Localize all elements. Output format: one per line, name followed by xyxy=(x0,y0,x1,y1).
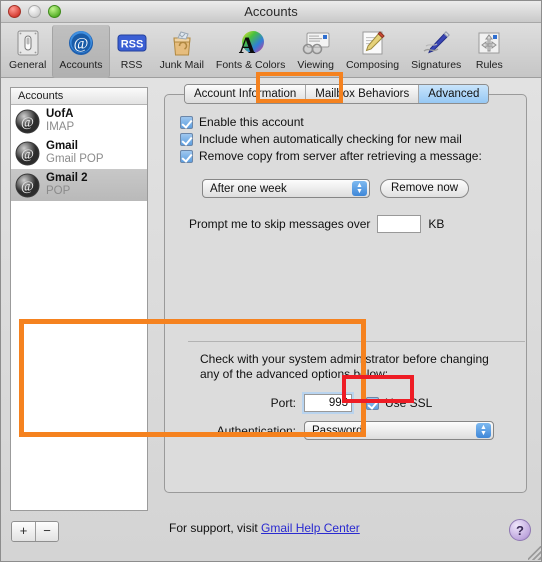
account-text: Gmail Gmail POP xyxy=(46,140,104,166)
authentication-value: Password xyxy=(312,424,363,437)
toolbar-item-signatures[interactable]: Signatures xyxy=(405,25,467,78)
account-row-gmail[interactable]: @ Gmail Gmail POP xyxy=(11,137,147,169)
toolbar-item-general[interactable]: General xyxy=(3,25,52,78)
account-name: Gmail 2 xyxy=(46,172,88,185)
account-row-gmail-2[interactable]: @ Gmail 2 POP xyxy=(11,169,147,201)
advanced-options-group: Check with your system administrator bef… xyxy=(188,341,525,449)
tab-advanced[interactable]: Advanced xyxy=(419,85,489,103)
include-auto-check-checkbox[interactable] xyxy=(180,133,193,146)
toolbar-label-rules: Rules xyxy=(475,59,503,71)
support-text: For support, visit Gmail Help Center xyxy=(169,521,360,535)
toolbar-item-fonts-colors[interactable]: A Fonts & Colors xyxy=(210,25,291,78)
minimize-button[interactable] xyxy=(28,5,41,18)
enable-account-label: Enable this account xyxy=(199,115,304,129)
account-type: Gmail POP xyxy=(46,153,104,165)
skip-messages-label: Prompt me to skip messages over xyxy=(189,217,371,231)
svg-text:RSS: RSS xyxy=(120,38,143,50)
help-button[interactable]: ? xyxy=(509,519,531,541)
toolbar-item-junk-mail[interactable]: Junk Mail xyxy=(154,25,210,78)
remove-after-select[interactable]: After one week ▲ ▼ xyxy=(202,179,370,198)
advanced-settings-panel: Enable this account Include when automat… xyxy=(164,94,527,493)
skip-messages-input[interactable] xyxy=(377,215,422,233)
toolbar-item-accounts[interactable]: @ Accounts xyxy=(52,25,110,78)
fonts-colors-icon: A xyxy=(235,27,267,58)
chevron-updown-icon: ▲ ▼ xyxy=(352,181,367,196)
accounts-sidebar: Accounts @ UofA IMAP @ Gmail Gmail POP @… xyxy=(10,87,148,511)
toolbar-label-junk-mail: Junk Mail xyxy=(159,59,204,71)
gmail-help-center-link[interactable]: Gmail Help Center xyxy=(261,521,360,535)
authentication-label: Authentication: xyxy=(216,423,296,438)
svg-text:@: @ xyxy=(21,179,34,194)
skip-messages-unit: KB xyxy=(428,217,445,231)
toolbar-label-rss: RSS xyxy=(120,59,143,71)
window-footer: For support, visit Gmail Help Center ? xyxy=(1,509,541,561)
toolbar-item-composing[interactable]: Composing xyxy=(340,25,405,78)
remove-copy-label: Remove copy from server after retrieving… xyxy=(199,149,482,163)
remove-copy-checkbox[interactable] xyxy=(180,150,193,163)
tab-mailbox-behaviors[interactable]: Mailbox Behaviors xyxy=(306,85,420,103)
toolbar-item-viewing[interactable]: Viewing xyxy=(291,25,340,78)
preferences-body: Accounts @ UofA IMAP @ Gmail Gmail POP @… xyxy=(1,72,541,561)
resize-grip[interactable] xyxy=(528,546,541,560)
viewing-icon xyxy=(300,27,332,58)
account-row-uofa[interactable]: @ UofA IMAP xyxy=(11,105,147,137)
port-input[interactable]: 993 xyxy=(304,394,352,412)
account-text: Gmail 2 POP xyxy=(46,172,88,198)
account-name: Gmail xyxy=(46,140,78,153)
sidebar-header: Accounts xyxy=(11,88,147,105)
account-name: UofA xyxy=(46,108,74,121)
account-avatar-icon: @ xyxy=(15,173,40,198)
port-label: Port: xyxy=(270,396,296,410)
settings-tab-bar: Account Information Mailbox Behaviors Ad… xyxy=(184,84,490,104)
account-avatar-icon: @ xyxy=(15,141,40,166)
svg-text:@: @ xyxy=(21,147,34,162)
include-auto-check-label: Include when automatically checking for … xyxy=(199,132,462,146)
window-controls xyxy=(8,5,61,18)
toolbar-label-fonts-colors: Fonts & Colors xyxy=(215,59,286,71)
toolbar-item-rules[interactable]: Rules xyxy=(467,25,511,78)
preferences-toolbar: General @ Accounts RSS RSS Junk Mail A F… xyxy=(1,23,541,78)
support-prefix: For support, visit xyxy=(169,521,258,535)
svg-text:@: @ xyxy=(74,35,89,52)
remove-after-value: After one week xyxy=(210,182,287,195)
use-ssl-checkbox[interactable] xyxy=(366,397,379,410)
account-type: POP xyxy=(46,185,71,197)
title-bar: Accounts xyxy=(1,1,541,23)
rss-icon: RSS xyxy=(116,27,148,58)
svg-text:@: @ xyxy=(21,115,34,130)
preferences-window: Accounts General @ Accounts RSS RSS Junk… xyxy=(0,0,542,562)
zoom-button[interactable] xyxy=(48,5,61,18)
toolbar-item-rss[interactable]: RSS RSS xyxy=(110,25,154,78)
account-type: IMAP xyxy=(46,121,75,133)
chevron-updown-icon: ▲ ▼ xyxy=(476,423,491,438)
account-text: UofA IMAP xyxy=(46,108,74,134)
accounts-icon: @ xyxy=(65,27,97,58)
general-icon xyxy=(12,27,44,58)
admin-note-line2: any of the advanced options below: xyxy=(200,367,389,381)
close-button[interactable] xyxy=(8,5,21,18)
toolbar-label-viewing: Viewing xyxy=(297,59,334,71)
toolbar-label-signatures: Signatures xyxy=(411,59,462,71)
use-ssl-label: Use SSL xyxy=(385,396,433,410)
enable-account-checkbox[interactable] xyxy=(180,116,193,129)
rules-icon xyxy=(473,27,505,58)
composing-icon xyxy=(357,27,389,58)
window-title: Accounts xyxy=(244,4,298,19)
signatures-icon xyxy=(420,27,452,58)
junk-mail-icon xyxy=(166,27,198,58)
toolbar-label-accounts: Accounts xyxy=(59,59,103,71)
admin-note-line1: Check with your system administrator bef… xyxy=(200,352,489,366)
authentication-select[interactable]: Password ▲ ▼ xyxy=(304,421,494,440)
remove-now-button[interactable]: Remove now xyxy=(380,179,470,198)
toolbar-label-general: General xyxy=(9,59,47,71)
svg-text:A: A xyxy=(238,33,255,57)
tab-account-information[interactable]: Account Information xyxy=(185,85,307,103)
enable-account-row[interactable]: Enable this account xyxy=(180,115,495,129)
remove-copy-row[interactable]: Remove copy from server after retrieving… xyxy=(180,149,495,163)
account-avatar-icon: @ xyxy=(15,109,40,134)
toolbar-label-composing: Composing xyxy=(345,59,400,71)
include-auto-check-row[interactable]: Include when automatically checking for … xyxy=(180,132,495,146)
